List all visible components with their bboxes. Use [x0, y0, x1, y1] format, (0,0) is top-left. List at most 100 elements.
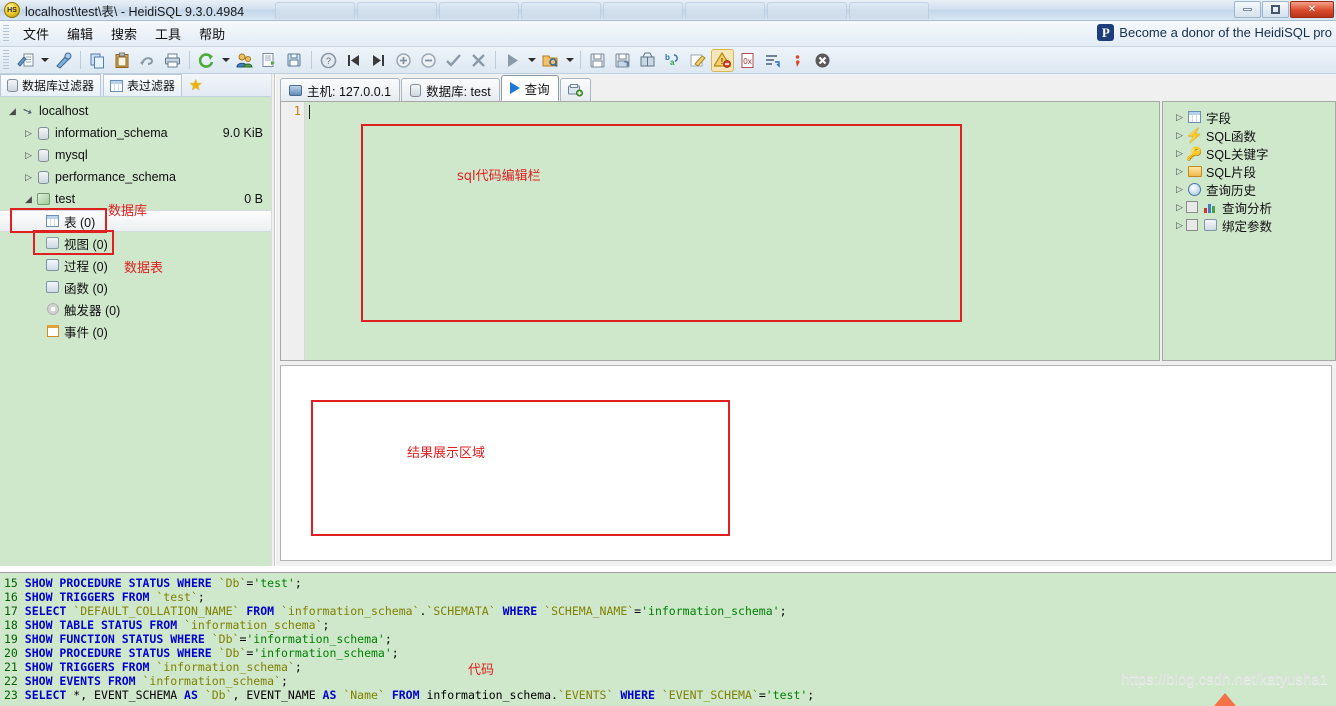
tab-database[interactable]: 数据库: test	[401, 78, 500, 101]
export-database-icon[interactable]	[258, 49, 281, 72]
database-tree[interactable]: ◢ ➘ localhost ▷ information_schema 9.0 K…	[0, 97, 271, 566]
sql-log[interactable]: 15 SHOW PROCEDURE STATUS WHERE `Db`='tes…	[0, 572, 1336, 706]
sql-editor[interactable]: 1 sql代码编辑栏	[280, 101, 1160, 361]
expander-icon[interactable]: ▷	[1173, 112, 1186, 123]
print-icon[interactable]	[161, 49, 184, 72]
bind-params-icon	[1202, 219, 1219, 231]
tree-item-performance-schema[interactable]: ▷ performance_schema	[0, 166, 271, 188]
cancel-changes-icon[interactable]	[467, 49, 490, 72]
tab-table-filter[interactable]: 表过滤器	[103, 74, 183, 96]
save-as-icon[interactable]	[611, 49, 634, 72]
tree-size: 9.0 KiB	[222, 126, 263, 140]
save-icon[interactable]	[586, 49, 609, 72]
menu-tools[interactable]: 工具	[146, 21, 190, 46]
expander-icon[interactable]: ▷	[1173, 202, 1186, 213]
run-query-icon[interactable]	[501, 49, 524, 72]
tree-item-views[interactable]: 视图 (0)	[0, 232, 271, 254]
minimize-button[interactable]	[1234, 1, 1261, 18]
helper-item-sql-functions[interactable]: ▷ ⚡ SQL函数	[1163, 126, 1335, 144]
donor-link[interactable]: P Become a donor of the HeidiSQL pro	[1097, 24, 1332, 41]
expander-icon[interactable]: ▷	[22, 128, 35, 139]
helper-label: SQL函数	[1206, 129, 1257, 144]
vertical-splitter[interactable]	[271, 74, 275, 566]
warning-icon[interactable]: !	[711, 48, 734, 72]
sql-function-icon: ⚡	[1185, 127, 1204, 143]
expander-icon[interactable]: ▷	[1173, 184, 1186, 195]
first-record-icon[interactable]	[342, 49, 365, 72]
tab-database-filter[interactable]: 数据库过滤器	[0, 74, 102, 96]
hex-view-icon[interactable]: 0x	[736, 49, 759, 72]
helper-item-sql-snippets[interactable]: ▷ SQL片段	[1163, 162, 1335, 180]
tree-item-triggers[interactable]: 触发器 (0)	[0, 298, 271, 320]
menu-edit[interactable]: 编辑	[58, 21, 102, 46]
semicolon-icon[interactable]	[786, 49, 809, 72]
tree-label: performance_schema	[55, 170, 176, 184]
log-line: 17 SELECT `DEFAULT_COLLATION_NAME` FROM …	[4, 604, 787, 618]
toolbar-grip-handle[interactable]	[3, 50, 9, 70]
event-icon	[44, 325, 61, 337]
load-sql-icon[interactable]	[539, 49, 562, 72]
load-dropdown-arrow[interactable]	[563, 49, 576, 72]
menu-file[interactable]: 文件	[14, 21, 58, 46]
bind-params-checkbox[interactable]	[1186, 219, 1198, 231]
menu-bar: 文件 编辑 搜索 工具 帮助 P Become a donor of the H…	[0, 21, 1336, 47]
help-icon[interactable]: ?	[317, 49, 340, 72]
tab-host[interactable]: 主机: 127.0.0.1	[280, 78, 401, 101]
paste-icon[interactable]	[111, 49, 134, 72]
refresh-icon[interactable]	[195, 49, 218, 72]
import-icon[interactable]	[283, 49, 306, 72]
expander-icon[interactable]: ◢	[22, 194, 35, 205]
left-panel: 数据库过滤器 表过滤器 ★ ◢ ➘ localhost ▷ informatio…	[0, 74, 271, 566]
menu-search[interactable]: 搜索	[102, 21, 146, 46]
expander-icon[interactable]: ▷	[1173, 220, 1186, 231]
session-manager-icon[interactable]	[14, 49, 37, 72]
session-dropdown-arrow[interactable]	[38, 49, 51, 72]
expander-icon[interactable]: ▷	[1173, 148, 1186, 159]
maximize-button[interactable]	[1262, 1, 1289, 18]
format-sql-icon[interactable]	[761, 49, 784, 72]
find-icon[interactable]	[636, 49, 659, 72]
helper-item-bind-params[interactable]: ▷ 绑定参数	[1163, 216, 1335, 234]
copy-icon[interactable]	[86, 49, 109, 72]
menu-grip-handle[interactable]	[3, 24, 9, 43]
tree-item-mysql[interactable]: ▷ mysql	[0, 144, 271, 166]
stop-icon[interactable]	[811, 49, 834, 72]
tab-query[interactable]: 查询	[500, 75, 559, 101]
replace-icon[interactable]: ba	[661, 49, 684, 72]
sql-editor-textarea[interactable]: sql代码编辑栏	[305, 102, 1159, 360]
expander-icon[interactable]: ▷	[22, 172, 35, 183]
tree-item-events[interactable]: 事件 (0)	[0, 320, 271, 342]
helper-item-sql-keywords[interactable]: ▷ 🔑 SQL关键字	[1163, 144, 1335, 162]
edit-note-icon[interactable]	[686, 49, 709, 72]
disconnect-icon[interactable]	[52, 49, 75, 72]
log-line-number: 17	[4, 604, 18, 618]
delete-row-icon[interactable]	[417, 49, 440, 72]
expander-icon[interactable]: ▷	[22, 150, 35, 161]
close-button[interactable]: ✕	[1290, 1, 1334, 18]
tab-new-query[interactable]	[559, 78, 591, 101]
apply-changes-icon[interactable]	[442, 49, 465, 72]
expander-icon[interactable]: ▷	[1173, 130, 1186, 141]
user-manager-icon[interactable]	[233, 49, 256, 72]
query-helpers-panel[interactable]: ▷ 字段 ▷ ⚡ SQL函数 ▷ 🔑 SQL关键字 ▷ SQL片段 ▷ 查询历史…	[1162, 101, 1336, 361]
refresh-dropdown-arrow[interactable]	[219, 49, 232, 72]
tree-item-information-schema[interactable]: ▷ information_schema 9.0 KiB	[0, 122, 271, 144]
menu-help[interactable]: 帮助	[190, 21, 234, 46]
helper-item-query-history[interactable]: ▷ 查询历史	[1163, 180, 1335, 198]
query-history-icon	[1186, 182, 1203, 196]
query-profile-checkbox[interactable]	[1186, 201, 1198, 213]
tree-item-localhost[interactable]: ◢ ➘ localhost	[0, 100, 271, 122]
run-dropdown-arrow[interactable]	[525, 49, 538, 72]
helper-label: 字段	[1206, 111, 1232, 126]
results-grid[interactable]: 结果展示区域	[280, 365, 1332, 561]
tree-item-functions[interactable]: 函数 (0)	[0, 276, 271, 298]
expander-icon[interactable]: ▷	[1173, 166, 1186, 177]
insert-row-icon[interactable]	[392, 49, 415, 72]
helper-item-columns[interactable]: ▷ 字段	[1163, 108, 1335, 126]
run-icon	[509, 82, 520, 94]
tree-label: mysql	[55, 148, 88, 162]
helper-item-query-profile[interactable]: ▷ 查询分析	[1163, 198, 1335, 216]
undo-icon[interactable]	[136, 49, 159, 72]
last-record-icon[interactable]	[367, 49, 390, 72]
star-icon[interactable]: ★	[184, 74, 207, 96]
